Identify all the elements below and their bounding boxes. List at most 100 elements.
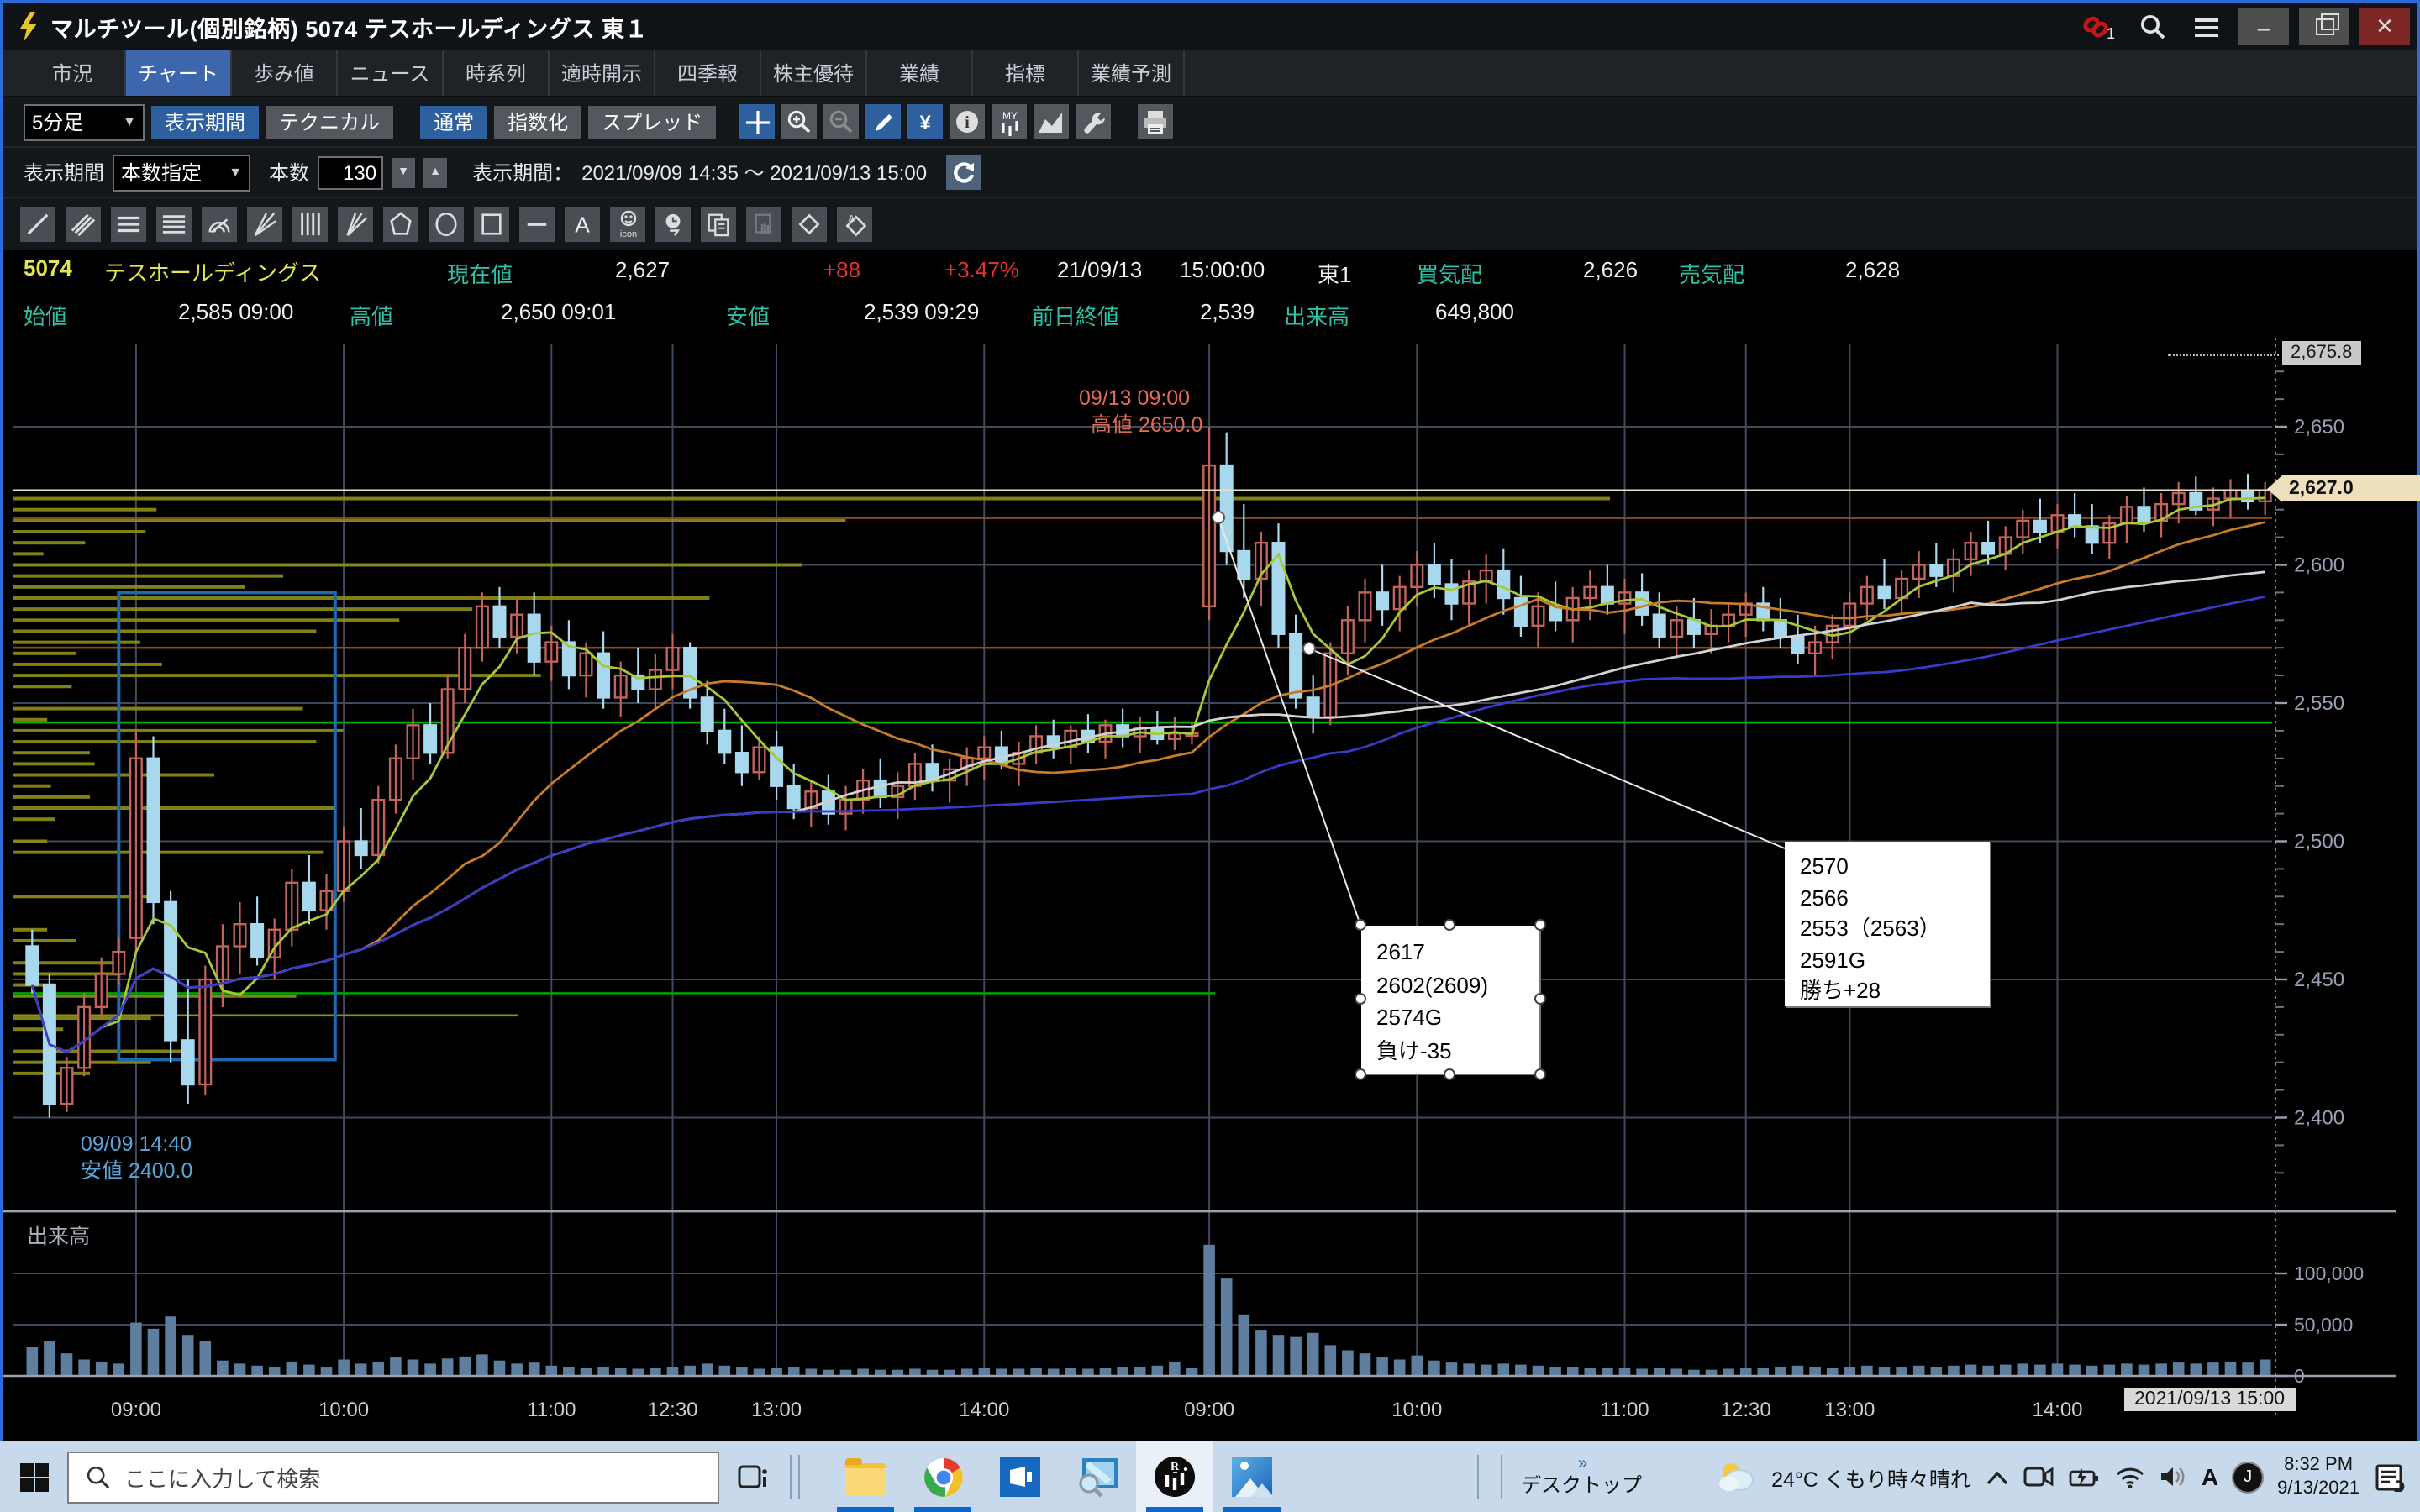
wifi-icon[interactable] <box>2116 1466 2144 1488</box>
taskbar-chrome-icon[interactable] <box>904 1441 981 1512</box>
tab-earnings[interactable]: 業績 <box>867 50 973 96</box>
copy-drawing-tool-icon[interactable] <box>701 207 736 242</box>
minimize-button[interactable]: – <box>2238 8 2289 45</box>
x-axis-label: 12:30 <box>647 1399 697 1421</box>
time-lines-tool-icon[interactable] <box>292 207 328 242</box>
resize-handle[interactable] <box>1534 993 1546 1005</box>
tab-chart[interactable]: チャート <box>126 50 232 96</box>
tab-news[interactable]: ニュース <box>338 50 444 96</box>
svg-text:R: R <box>1171 1461 1180 1473</box>
taskbar-movies-app-icon[interactable] <box>981 1441 1059 1512</box>
tab-timeseries[interactable]: 時系列 <box>444 50 550 96</box>
taskbar-clock[interactable]: 8:32 PM 9/13/2021 <box>2277 1453 2360 1500</box>
reload-icon[interactable] <box>945 155 981 190</box>
count-up-spinner[interactable]: ▲ <box>424 157 447 187</box>
tray-expand-icon[interactable] <box>1986 1469 2008 1484</box>
desktop-toolbar[interactable]: » デスクトップ <box>1521 1455 1642 1499</box>
indexed-mode-button[interactable]: 指数化 <box>494 105 581 139</box>
tab-shikiho[interactable]: 四季報 <box>655 50 761 96</box>
technical-button[interactable]: テクニカル <box>266 105 393 139</box>
restore-button[interactable] <box>2299 8 2349 45</box>
resize-handle[interactable] <box>1444 919 1455 931</box>
count-input[interactable]: 130 <box>318 155 383 189</box>
spread-mode-button[interactable]: スプレッド <box>588 105 716 139</box>
callout-anchor[interactable] <box>1303 643 1315 654</box>
interval-select[interactable]: 5分足▼ <box>24 103 145 140</box>
print-icon[interactable] <box>1138 104 1173 139</box>
high-annotation: 09/13 09:00 高値 2650.0 <box>1079 385 1202 438</box>
resize-handle[interactable] <box>1444 1068 1455 1080</box>
fan-lines-tool-icon[interactable] <box>247 207 282 242</box>
trendline-tool-icon[interactable] <box>20 207 55 242</box>
resize-handle[interactable] <box>1355 993 1366 1005</box>
pentagon-tool-icon[interactable] <box>383 207 418 242</box>
speaker-icon[interactable] <box>2160 1465 2186 1488</box>
meet-now-icon[interactable] <box>2023 1465 2054 1488</box>
tab-market[interactable]: 市況 <box>20 50 126 96</box>
change-value: +88 <box>823 257 860 282</box>
eraser-tool-icon[interactable] <box>792 207 827 242</box>
search-icon[interactable] <box>2131 8 2175 45</box>
ime-mode-icon[interactable]: J <box>2233 1462 2262 1491</box>
resize-handle[interactable] <box>1534 919 1546 931</box>
tab-benefit[interactable]: 株主優待 <box>761 50 867 96</box>
normal-mode-button[interactable]: 通常 <box>420 105 487 139</box>
weather-icon[interactable] <box>1716 1458 1756 1495</box>
y-axis-label: 2,400 <box>2294 1107 2344 1130</box>
fib-arcs-tool-icon[interactable] <box>202 207 237 242</box>
resize-handle[interactable] <box>1355 1068 1366 1080</box>
ime-language-icon[interactable]: A <box>2202 1463 2218 1490</box>
x-axis-label: 14:00 <box>959 1399 1009 1421</box>
parallel-channel-tool-icon[interactable] <box>66 207 101 242</box>
tab-forecast[interactable]: 業績予測 <box>1079 50 1185 96</box>
tab-tick[interactable]: 歩み値 <box>232 50 338 96</box>
battery-icon[interactable] <box>2069 1466 2101 1488</box>
tab-indicators[interactable]: 指標 <box>973 50 1079 96</box>
task-view-icon[interactable] <box>719 1441 786 1512</box>
taskbar-explorer-icon[interactable] <box>827 1441 904 1512</box>
crosshair-icon[interactable] <box>739 104 775 139</box>
fib-retracement-tool-icon[interactable] <box>111 207 146 242</box>
yen-axis-icon[interactable]: ¥ <box>908 104 943 139</box>
ellipse-tool-icon[interactable] <box>429 207 464 242</box>
taskbar-photos-icon[interactable] <box>1213 1441 1291 1512</box>
menu-icon[interactable] <box>2185 8 2228 45</box>
text-tool-icon[interactable]: A <box>565 207 600 242</box>
fib-extension-tool-icon[interactable] <box>156 207 192 242</box>
horizontal-line-tool-icon[interactable] <box>519 207 555 242</box>
drag-hand-tool-icon[interactable] <box>746 207 781 242</box>
zoom-in-icon[interactable] <box>781 104 817 139</box>
eraser-all-tool-icon[interactable]: A <box>837 207 872 242</box>
icon-stamp-tool-icon[interactable]: icon <box>610 207 645 242</box>
link-icon[interactable]: 1 <box>2077 8 2121 45</box>
clock-time: 8:32 PM <box>2277 1453 2360 1477</box>
count-down-spinner[interactable]: ▼ <box>392 157 415 187</box>
chart-canvas[interactable]: 2,6502,6002,5502,5002,4502,400100,00050,… <box>3 334 2413 1443</box>
my-chart-icon[interactable]: MY <box>992 104 1027 139</box>
quote-row-1: 5074 テスホールディングス 現在値 2,627 +88 +3.47% 21/… <box>3 250 2417 292</box>
settings-wrench-icon[interactable] <box>1076 104 1111 139</box>
resize-handle[interactable] <box>1355 919 1366 931</box>
info-icon[interactable]: i <box>950 104 985 139</box>
taskbar-trading-app-icon[interactable]: R <box>1136 1441 1213 1512</box>
period-button[interactable]: 表示期間 <box>151 105 259 139</box>
rectangle-tool-icon[interactable] <box>474 207 509 242</box>
notification-center-icon[interactable] <box>2375 1462 2407 1491</box>
draw-pencil-icon[interactable] <box>865 104 901 139</box>
time-marker-tool-icon[interactable] <box>655 207 691 242</box>
weather-text[interactable]: 24°C くもり時々晴れ <box>1771 1461 1971 1493</box>
taskbar-magnifier-app-icon[interactable] <box>1059 1441 1136 1512</box>
area-chart-icon[interactable] <box>1034 104 1069 139</box>
period-mode-select[interactable]: 本数指定▼ <box>113 154 250 191</box>
resize-handle[interactable] <box>1534 1068 1546 1080</box>
tab-disclosure[interactable]: 適時開示 <box>550 50 655 96</box>
svg-text:icon: icon <box>619 229 636 239</box>
zoom-out-icon[interactable] <box>823 104 859 139</box>
callout-anchor[interactable] <box>1213 512 1224 523</box>
pitchfork-tool-icon[interactable] <box>338 207 373 242</box>
note-box-selected[interactable]: 2617 2602(2609) 2574G 負け-35 <box>1361 926 1539 1074</box>
start-button[interactable] <box>0 1441 67 1512</box>
taskbar-search-input[interactable]: ここに入力して検索 <box>67 1451 719 1503</box>
note-box[interactable]: 2570 2566 2553（2563） 2591G 勝ち+28 <box>1785 842 1990 1006</box>
close-button[interactable]: ✕ <box>2360 8 2410 45</box>
